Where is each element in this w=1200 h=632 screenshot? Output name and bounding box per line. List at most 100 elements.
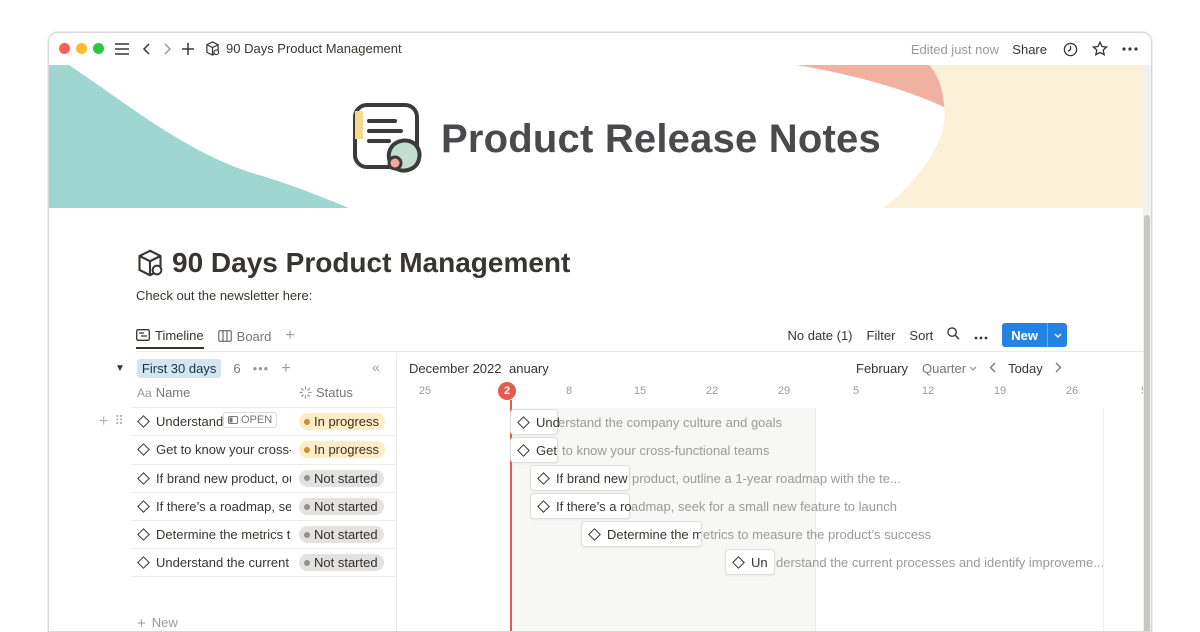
- tab-board[interactable]: Board: [217, 323, 272, 349]
- new-button-label[interactable]: New: [1002, 323, 1047, 347]
- scale-dropdown[interactable]: Quarter: [922, 361, 977, 376]
- bar-label-outside: erstand the company culture and goals: [558, 415, 783, 430]
- view-actions: No date (1) Filter Sort New: [787, 323, 1067, 347]
- day-label: 19: [993, 385, 1007, 397]
- column-header-name[interactable]: Aa Name: [137, 385, 190, 400]
- timeline-bar[interactable]: Get: [510, 437, 558, 463]
- open-panel-icon: [228, 416, 238, 424]
- collapse-table-icon[interactable]: «: [372, 359, 380, 375]
- new-page-plus-icon[interactable]: [179, 40, 197, 58]
- task-diamond-icon: [588, 527, 601, 541]
- row-name[interactable]: Determine the metrics t: [137, 527, 291, 542]
- minimize-window-button[interactable]: [76, 43, 87, 54]
- row-name[interactable]: If there’s a roadmap, see: [137, 499, 291, 514]
- search-icon[interactable]: [947, 327, 960, 343]
- open-button[interactable]: OPEN: [223, 412, 278, 428]
- cube-icon: [138, 249, 163, 277]
- task-diamond-icon: [732, 555, 745, 569]
- filter-button[interactable]: Filter: [867, 328, 896, 343]
- table-row[interactable]: If there’s a roadmap, see Not started: [131, 491, 396, 520]
- today-button[interactable]: Today: [1008, 361, 1043, 376]
- row-name[interactable]: If brand new product, ou: [137, 471, 291, 486]
- chevron-down-icon: [969, 366, 977, 371]
- status-text: In progress: [314, 442, 380, 458]
- more-options-icon[interactable]: [1121, 40, 1139, 58]
- close-window-button[interactable]: [59, 43, 70, 54]
- status-badge[interactable]: In progress: [299, 413, 386, 431]
- new-button[interactable]: New: [1002, 323, 1067, 347]
- tab-timeline[interactable]: Timeline: [136, 323, 204, 349]
- group-add-plus-icon[interactable]: +: [281, 360, 290, 378]
- zoom-window-button[interactable]: [93, 43, 104, 54]
- table-row[interactable]: Get to know your cross- In progress: [131, 435, 396, 463]
- group-toggle-icon[interactable]: ▼: [115, 363, 125, 374]
- timeline-bar[interactable]: Un: [725, 549, 775, 575]
- edited-status: Edited just now: [910, 42, 999, 57]
- month-february: February: [856, 361, 909, 376]
- timeline-row: Get to know your cross-functional teams: [397, 436, 1147, 464]
- app-window: 90 Days Product Management Edited just n…: [48, 32, 1152, 632]
- scale-label: Quarter: [922, 361, 967, 376]
- table-row[interactable]: Determine the metrics t Not started: [131, 520, 396, 548]
- task-diamond-icon: [537, 499, 550, 513]
- status-dot: [304, 418, 310, 425]
- task-diamond-icon: [137, 528, 150, 542]
- task-diamond-icon: [517, 443, 530, 457]
- status-badge[interactable]: Not started: [299, 469, 384, 487]
- status-badge[interactable]: Not started: [299, 498, 384, 516]
- chevron-down-icon[interactable]: [1047, 323, 1067, 347]
- group-label[interactable]: First 30 days: [136, 359, 222, 378]
- status-badge[interactable]: Not started: [299, 554, 384, 572]
- star-icon[interactable]: [1091, 40, 1109, 58]
- view-tabs: Timeline Board +: [136, 323, 295, 349]
- timeline-bar[interactable]: If brand new: [530, 465, 630, 491]
- timeline-bar[interactable]: Determine the m: [581, 521, 702, 547]
- group-more-icon[interactable]: •••: [253, 361, 270, 376]
- status-dot: [304, 446, 310, 453]
- tabs-divider: [136, 351, 1144, 352]
- timeline-row: If there’s a ro admap, seek for a small …: [397, 492, 1147, 520]
- bar-label: If brand new: [556, 470, 628, 486]
- status-text: Not started: [314, 470, 378, 486]
- next-chevron-icon[interactable]: [1055, 361, 1062, 376]
- no-date-button[interactable]: No date (1): [787, 328, 852, 343]
- sidebar-menu-icon[interactable]: [113, 40, 131, 58]
- row-name[interactable]: Understand the current: [137, 555, 291, 570]
- task-diamond-icon: [537, 471, 550, 485]
- row-name-text: Understand the current: [156, 555, 289, 571]
- timeline-row: Determine the m etrics to measure the pr…: [397, 520, 1147, 548]
- clock-history-icon[interactable]: [1061, 40, 1079, 58]
- sort-button[interactable]: Sort: [909, 328, 933, 343]
- row-name[interactable]: Get to know your cross-: [137, 442, 291, 457]
- status-badge[interactable]: In progress: [299, 441, 386, 459]
- page-title-text: 90 Days Product Management: [172, 247, 571, 278]
- timeline-bar[interactable]: If there’s a ro: [530, 493, 632, 519]
- table-row[interactable]: Understand the current Not started: [131, 548, 396, 577]
- more-options-icon[interactable]: [974, 328, 988, 343]
- board-icon: [217, 330, 232, 342]
- add-row-plus-icon[interactable]: +: [99, 413, 108, 431]
- vertical-scrollbar[interactable]: [1143, 65, 1151, 631]
- drag-handle-icon[interactable]: ⠿: [114, 413, 124, 431]
- page-title[interactable]: 90 Days Product Management: [136, 247, 570, 279]
- bar-label: If there’s a ro: [556, 498, 632, 514]
- share-button[interactable]: Share: [1012, 42, 1047, 57]
- day-label: 26: [1065, 385, 1079, 397]
- forward-arrow-icon[interactable]: [159, 40, 177, 58]
- cube-icon: [206, 41, 220, 56]
- tab-label: Board: [236, 328, 272, 344]
- day-label: 22: [705, 385, 719, 397]
- prev-chevron-icon[interactable]: [989, 361, 996, 376]
- breadcrumb[interactable]: 90 Days Product Management: [205, 41, 402, 56]
- bar-label-outside: to know your cross-functional teams: [562, 443, 770, 458]
- table-row[interactable]: Understand OPEN In progress: [131, 407, 396, 435]
- table-row[interactable]: If brand new product, ou Not started: [131, 463, 396, 492]
- add-view-plus-icon[interactable]: +: [285, 323, 294, 349]
- scrollbar-thumb[interactable]: [1144, 215, 1150, 631]
- back-arrow-icon[interactable]: [137, 40, 155, 58]
- add-new-row-button[interactable]: + New: [137, 615, 178, 631]
- status-badge[interactable]: Not started: [299, 526, 384, 544]
- column-header-status[interactable]: Status: [299, 385, 353, 400]
- timeline-bar[interactable]: Und: [510, 409, 560, 435]
- page-subtitle[interactable]: Check out the newsletter here:: [136, 288, 312, 303]
